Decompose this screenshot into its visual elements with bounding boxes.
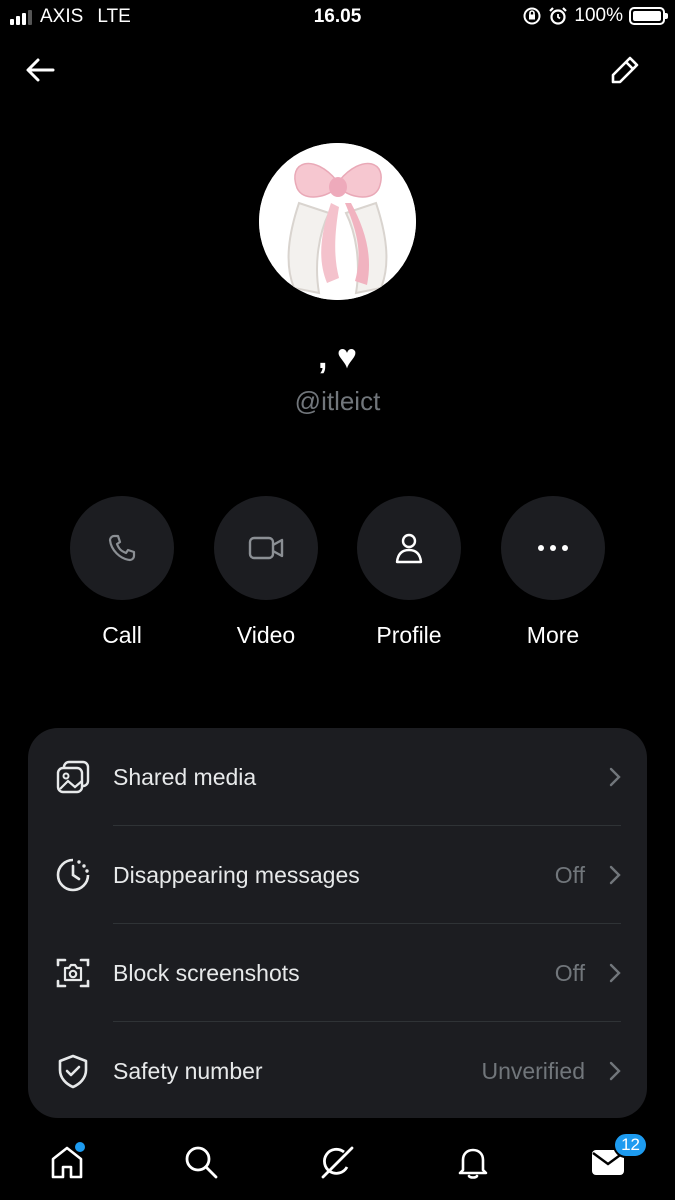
- profile-button[interactable]: Profile: [357, 496, 461, 649]
- battery-icon: [629, 7, 668, 25]
- disappearing-messages-value: Off: [554, 861, 585, 888]
- image-gallery-icon: [54, 758, 92, 796]
- block-screenshots-row[interactable]: Block screenshots Off: [28, 924, 647, 1022]
- video-camera-icon: [248, 536, 284, 560]
- alarm-icon: [549, 7, 568, 25]
- nav-home[interactable]: [41, 1136, 93, 1188]
- chevron-right-icon: [607, 1061, 623, 1081]
- back-button[interactable]: [20, 50, 60, 90]
- phone-icon: [108, 534, 136, 562]
- pencil-icon: [611, 56, 639, 84]
- conversation-settings-card: Shared media Disappearing messages Off B…: [28, 728, 647, 1118]
- call-circle[interactable]: [70, 496, 174, 600]
- chevron-right-icon: [607, 865, 623, 885]
- search-icon: [185, 1146, 218, 1179]
- user-handle: @itleict: [294, 386, 381, 416]
- screenshot-camera-icon: [54, 954, 92, 992]
- video-label: Video: [236, 622, 296, 648]
- battery-percent: 100%: [574, 5, 623, 26]
- status-bar: AXIS LTE 16.05 100%: [0, 0, 675, 36]
- bow-image: [259, 143, 416, 300]
- safety-number-label: Safety number: [113, 1057, 263, 1084]
- nav-notifications[interactable]: [447, 1136, 499, 1188]
- profile-label: Profile: [376, 622, 442, 648]
- edit-button[interactable]: [605, 50, 645, 90]
- shield-check-icon: [54, 1052, 92, 1090]
- arrow-left-icon: [26, 58, 55, 82]
- grok-icon: [321, 1146, 354, 1179]
- disappearing-messages-row[interactable]: Disappearing messages Off: [28, 826, 647, 924]
- chevron-right-icon: [607, 963, 623, 983]
- safety-number-value: Unverified: [481, 1057, 585, 1084]
- status-right: 100%: [522, 5, 668, 27]
- disappearing-messages-label: Disappearing messages: [113, 861, 360, 888]
- video-circle[interactable]: [214, 496, 318, 600]
- nav-search[interactable]: [175, 1136, 227, 1188]
- block-screenshots-value: Off: [554, 959, 585, 986]
- shared-media-row[interactable]: Shared media: [28, 728, 647, 826]
- more-button[interactable]: More: [501, 496, 605, 649]
- chevron-right-icon: [607, 767, 623, 787]
- nav-grok[interactable]: [311, 1136, 363, 1188]
- avatar[interactable]: [259, 143, 416, 300]
- display-name: , ♥: [317, 338, 358, 376]
- nav-messages[interactable]: 12: [582, 1132, 648, 1188]
- more-dots-icon: [538, 545, 568, 551]
- person-icon: [395, 533, 423, 564]
- bottom-navigation: 12: [0, 1124, 675, 1200]
- safety-number-row[interactable]: Safety number Unverified: [28, 1022, 647, 1118]
- more-label: More: [526, 622, 580, 648]
- profile-circle[interactable]: [357, 496, 461, 600]
- bell-icon: [458, 1148, 488, 1179]
- call-button[interactable]: Call: [70, 496, 174, 649]
- video-button[interactable]: Video: [214, 496, 318, 649]
- timer-icon: [54, 856, 92, 894]
- messages-badge: 12: [613, 1132, 648, 1158]
- home-notification-dot: [75, 1142, 85, 1152]
- block-screenshots-label: Block screenshots: [113, 959, 300, 986]
- shared-media-label: Shared media: [113, 763, 257, 790]
- more-circle[interactable]: [501, 496, 605, 600]
- call-label: Call: [102, 622, 142, 648]
- rotation-lock-icon: [523, 7, 541, 25]
